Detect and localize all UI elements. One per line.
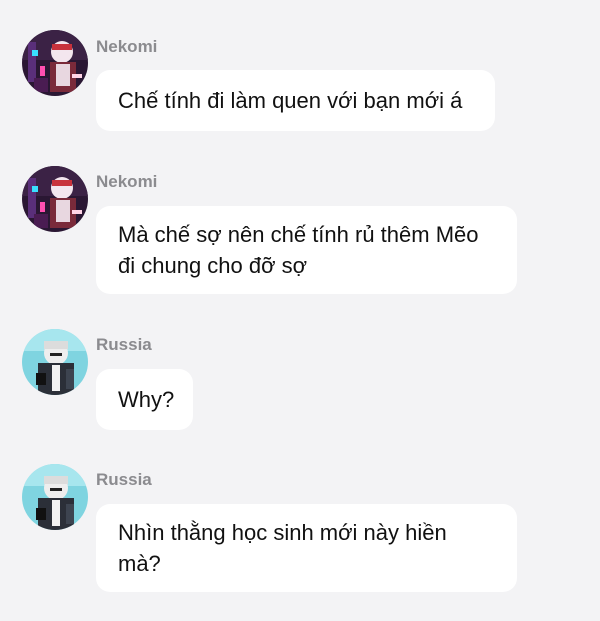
sender-name: Nekomi — [96, 172, 158, 191]
sender-name: Russia — [96, 470, 152, 489]
message-text: Chế tính đi làm quen với bạn mới á — [118, 88, 463, 113]
message-text: Why? — [118, 387, 175, 412]
sender-name: Nekomi — [96, 37, 158, 56]
russia-avatar-icon[interactable] — [22, 464, 88, 530]
message-text: Mà chế sợ nên chế tính rủ thêm Mẽo đi ch… — [118, 222, 479, 278]
message-text: Nhìn thằng học sinh mới này hiền mà? — [118, 520, 447, 576]
message-bubble[interactable]: Why? — [96, 369, 193, 430]
sender-name: Russia — [96, 335, 152, 354]
nekomi-avatar-icon[interactable] — [22, 166, 88, 232]
message-bubble[interactable]: Nhìn thằng học sinh mới này hiền mà? — [96, 504, 517, 592]
nekomi-avatar-icon[interactable] — [22, 30, 88, 96]
message-bubble[interactable]: Mà chế sợ nên chế tính rủ thêm Mẽo đi ch… — [96, 206, 517, 294]
russia-avatar-icon[interactable] — [22, 329, 88, 395]
message-bubble[interactable]: Chế tính đi làm quen với bạn mới á — [96, 70, 495, 131]
